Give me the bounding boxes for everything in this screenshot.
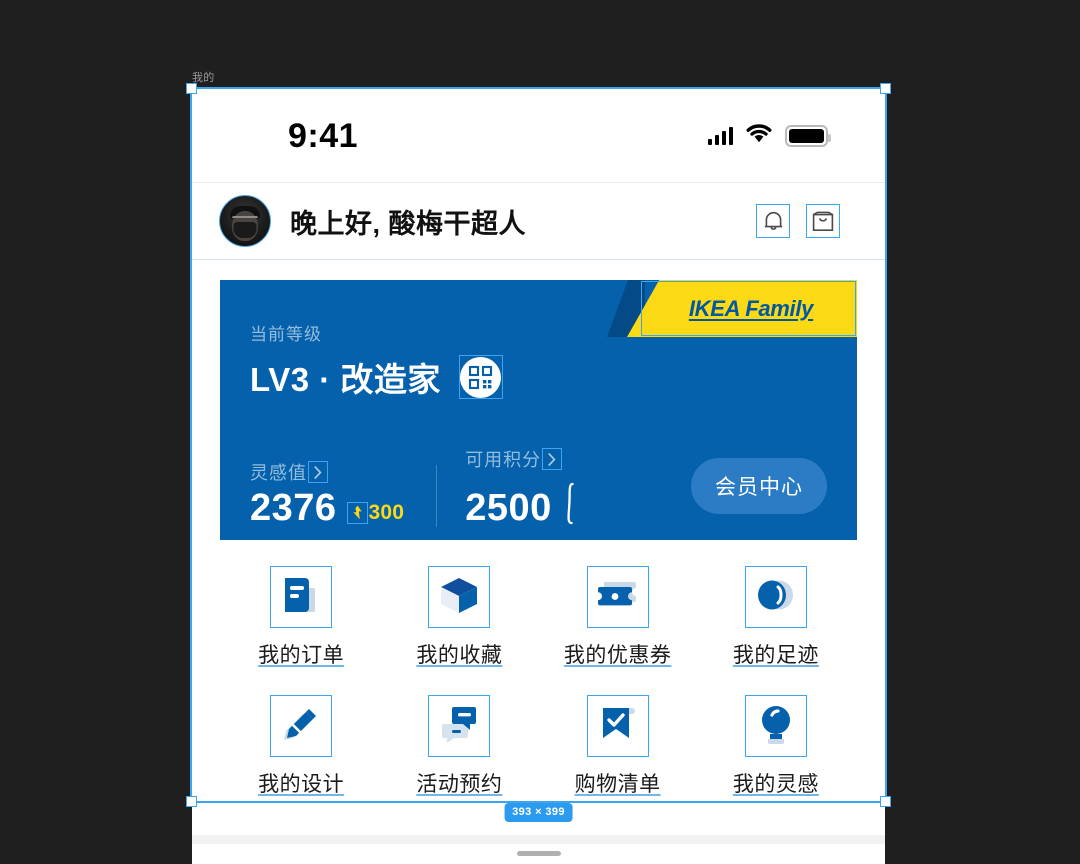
stat-points-label: 可用积分 (465, 450, 542, 470)
shortcut-shopping-list[interactable]: 购物清单 (539, 695, 697, 798)
stat-inspiration-delta: 300 (346, 500, 405, 525)
shortcut-my-inspiration[interactable]: 我的灵感 (697, 695, 855, 798)
stat-inspiration-delta-value: 300 (368, 500, 405, 524)
stat-inspiration[interactable]: 灵感值 2376 300 (250, 459, 404, 527)
shortcut-label: 活动预约 (416, 773, 503, 796)
notification-bell-icon (763, 210, 784, 233)
box-favorite-icon (438, 574, 480, 621)
qr-code-icon (460, 356, 502, 398)
resize-handle-bottom-left[interactable] (186, 796, 197, 807)
greeting-text: 晚上好, 酸梅干超人 (290, 208, 527, 239)
text-cursor-caret (564, 482, 574, 525)
member-card-container: IKEA Family 当前等级 LV3 · 改造家 灵感值 2376 300 … (192, 260, 885, 540)
section-divider (192, 835, 885, 844)
up-arrow-icon (346, 501, 368, 524)
shortcut-my-orders[interactable]: 我的订单 (222, 566, 380, 669)
selected-artboard[interactable]: 9:41 晚上好, 酸梅干超人 IKEA Family 当前等级 LV3 · 改… (186, 83, 891, 822)
home-indicator (516, 851, 561, 856)
pencil-design-icon (280, 703, 322, 750)
page-header: 晚上好, 酸梅干超人 (192, 182, 885, 260)
ikea-family-ribbon[interactable]: IKEA Family (607, 280, 857, 337)
shortcut-label: 我的设计 (258, 773, 345, 796)
header-actions (756, 204, 840, 238)
status-bar: 9:41 (192, 89, 885, 182)
qr-code-button[interactable] (458, 355, 503, 399)
ikea-family-label: IKEA Family (688, 295, 814, 321)
resize-handle-top-right[interactable] (880, 83, 891, 94)
checklist-bookmark-icon (598, 703, 638, 750)
wifi-icon (746, 123, 772, 148)
stat-divider (436, 465, 438, 527)
document-order-icon (281, 574, 321, 621)
card-stats-row: 灵感值 2376 300 可用积分 2500 会员中心 (250, 446, 857, 527)
notification-bell-button[interactable] (756, 204, 790, 238)
stat-inspiration-label: 灵感值 (250, 463, 307, 483)
shortcut-my-footprints[interactable]: 我的足迹 (697, 566, 855, 669)
shortcut-my-design[interactable]: 我的设计 (222, 695, 380, 798)
shortcut-grid: 我的订单 我的收藏 我的优惠券 我的足迹 我的设计 活动预约 购物清单 我的灵感 (192, 540, 885, 798)
shortcut-event-booking[interactable]: 活动预约 (380, 695, 538, 798)
lightbulb-idea-icon (757, 703, 795, 750)
selection-dimension-badge: 393 × 399 (504, 803, 573, 822)
shortcut-label: 我的优惠券 (563, 644, 672, 667)
chevron-right-icon[interactable] (308, 461, 328, 483)
level-value: LV3 · 改造家 (250, 361, 441, 398)
stat-points-value: 2500 (465, 487, 552, 529)
member-center-button[interactable]: 会员中心 (691, 457, 827, 514)
status-bar-icons (707, 123, 831, 148)
shortcut-my-favorites[interactable]: 我的收藏 (380, 566, 538, 669)
shortcut-my-coupons[interactable]: 我的优惠券 (539, 566, 697, 669)
shortcut-label: 我的足迹 (732, 644, 819, 667)
shortcut-label: 购物清单 (574, 773, 661, 796)
stat-inspiration-value: 2376 (250, 487, 337, 529)
resize-handle-bottom-right[interactable] (880, 796, 891, 807)
resize-handle-top-left[interactable] (186, 83, 197, 94)
shortcut-label: 我的收藏 (416, 644, 503, 667)
chevron-right-icon[interactable] (542, 448, 563, 470)
avatar[interactable] (219, 195, 271, 247)
shopping-bag-icon (812, 211, 834, 232)
coupon-ticket-icon (596, 576, 640, 619)
stat-points[interactable]: 可用积分 2500 (465, 446, 574, 527)
footprint-icon (755, 575, 797, 620)
member-card[interactable]: IKEA Family 当前等级 LV3 · 改造家 灵感值 2376 300 … (220, 280, 857, 540)
level-row: LV3 · 改造家 (250, 353, 857, 401)
shortcut-label: 我的订单 (258, 644, 345, 667)
shopping-bag-button[interactable] (806, 204, 840, 238)
cellular-signal-icon (707, 126, 733, 145)
chat-bubble-booking-icon (438, 704, 480, 749)
shortcut-label: 我的灵感 (732, 773, 819, 796)
battery-icon (785, 124, 831, 147)
status-bar-time: 9:41 (288, 116, 359, 155)
